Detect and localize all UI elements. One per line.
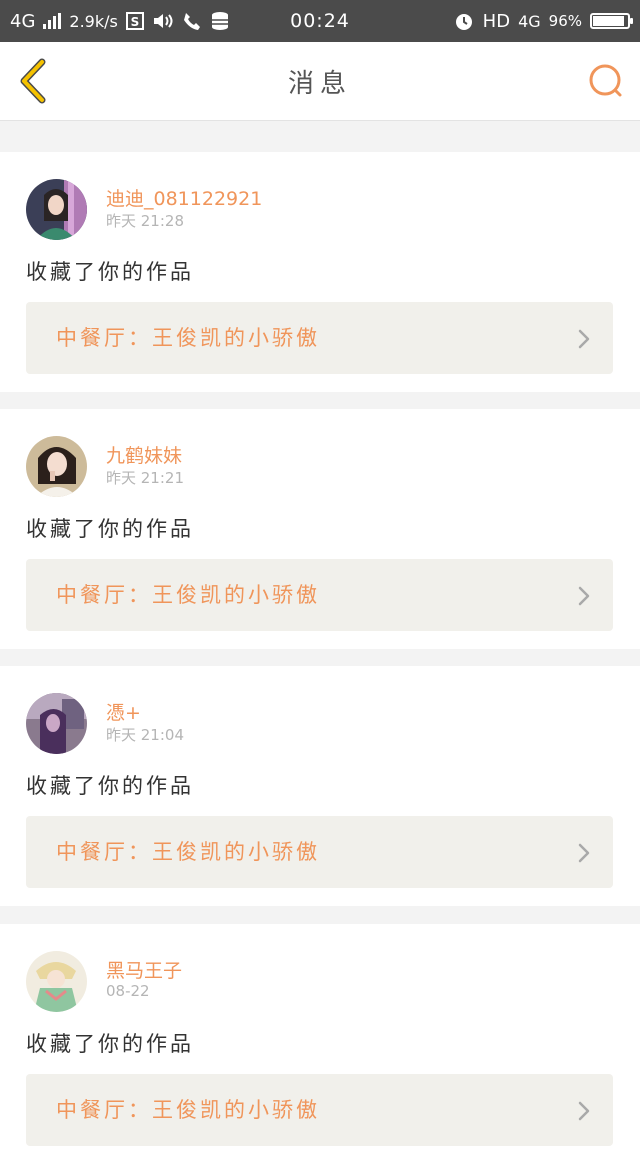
network-type: 4G [10,10,36,32]
chevron-right-icon [578,586,590,606]
work-title: 中餐厅：王俊凯的小骄傲 [56,326,320,350]
hd-label: HD [482,10,511,32]
svg-text:S: S [131,15,140,29]
chevron-right-icon [578,1101,590,1121]
work-link[interactable]: 中餐厅：王俊凯的小骄傲 [26,1074,613,1146]
avatar[interactable] [26,436,87,497]
chevron-right-icon [578,329,590,349]
call-icon [182,11,202,31]
username[interactable]: 迪迪_081122921 [106,184,262,211]
action-text: 收藏了你的作品 [26,1032,194,1056]
timestamp: 昨天 21:21 [106,469,184,487]
status-bar-left: 4G 2.9k/s S [10,0,230,42]
work-link[interactable]: 中餐厅：王俊凯的小骄傲 [26,816,613,888]
chevron-right-icon [578,843,590,863]
action-text: 收藏了你的作品 [26,774,194,798]
avatar[interactable] [26,951,87,1012]
action-text: 收藏了你的作品 [26,517,194,541]
status-bar: 4G 2.9k/s S 00:24 HD 4G 96% [0,0,640,42]
username[interactable]: 憑+ [106,698,141,725]
list-item[interactable]: 憑+ 昨天 21:04 收藏了你的作品 中餐厅：王俊凯的小骄傲 [0,666,640,906]
timestamp: 08-22 [106,982,150,1000]
work-title: 中餐厅：王俊凯的小骄傲 [56,840,320,864]
battery-percent: 96% [548,12,582,30]
network-type-2: 4G [518,11,541,31]
battery-icon [590,13,633,29]
timestamp: 昨天 21:04 [106,726,184,744]
work-link[interactable]: 中餐厅：王俊凯的小骄傲 [26,559,613,631]
alarm-icon [453,10,475,32]
work-link[interactable]: 中餐厅：王俊凯的小骄傲 [26,302,613,374]
network-speed: 2.9k/s [69,11,118,31]
avatar[interactable] [26,179,87,240]
username[interactable]: 九鹤妹妹 [106,441,182,468]
signal-icon [43,13,62,29]
search-button[interactable] [586,61,626,101]
search-icon [589,64,622,97]
nav-bar: 消息 [0,42,640,121]
username[interactable]: 黑马王子 [106,956,182,983]
storage-icon [210,11,230,31]
page-title: 消息 [287,68,352,99]
list-item[interactable]: 九鹤妹妹 昨天 21:21 收藏了你的作品 中餐厅：王俊凯的小骄傲 [0,409,640,649]
s-badge-icon: S [125,12,144,30]
status-bar-right: HD 4G 96% [453,0,633,42]
list-item[interactable]: 迪迪_081122921 昨天 21:28 收藏了你的作品 中餐厅：王俊凯的小骄… [0,152,640,392]
vibrate-icon [152,12,174,30]
work-title: 中餐厅：王俊凯的小骄傲 [56,1098,320,1122]
battery-fill [593,16,624,26]
avatar[interactable] [26,693,87,754]
timestamp: 昨天 21:28 [106,212,184,230]
action-text: 收藏了你的作品 [26,260,194,284]
work-title: 中餐厅：王俊凯的小骄傲 [56,583,320,607]
list-item[interactable]: 黑马王子 08-22 收藏了你的作品 中餐厅：王俊凯的小骄傲 [0,924,640,1164]
